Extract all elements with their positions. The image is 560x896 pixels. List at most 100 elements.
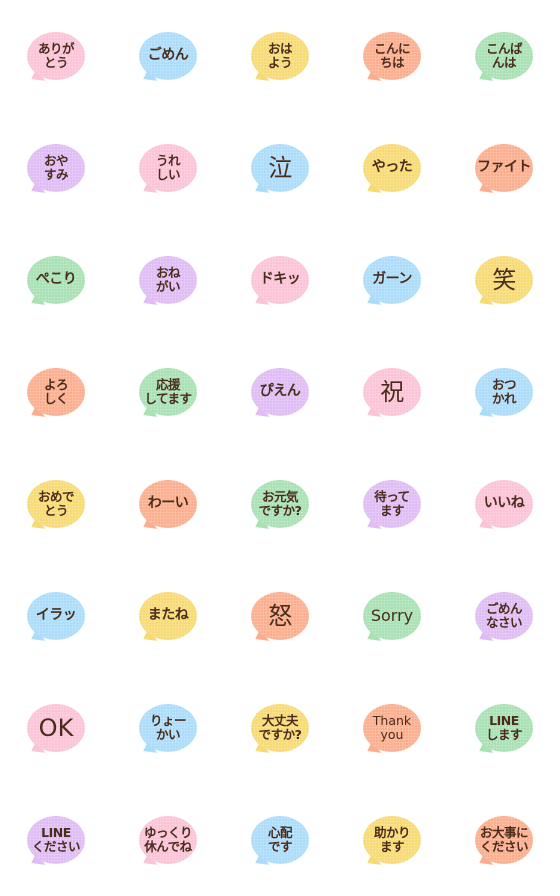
sticker-item[interactable]: Thank you [336, 672, 448, 784]
sticker-label: やった [371, 159, 413, 176]
sticker-label: ぴえん [259, 383, 301, 400]
speech-bubble: おや すみ [27, 144, 85, 192]
sticker-item[interactable]: ごめん [112, 0, 224, 112]
sticker-label: 心配 です [267, 825, 293, 854]
sticker-item[interactable]: ドキッ [224, 224, 336, 336]
speech-bubble: Sorry [363, 592, 421, 640]
speech-bubble: ゆっくり 休んでね [139, 816, 197, 864]
speech-bubble: またね [139, 592, 197, 640]
sticker-label: 応援 してます [144, 377, 192, 406]
sticker-item[interactable]: ゆっくり 休んでね [112, 784, 224, 896]
sticker-item[interactable]: わーい [112, 448, 224, 560]
sticker-item[interactable]: お大事に ください [448, 784, 560, 896]
sticker-label: うれ しい [155, 153, 181, 182]
sticker-item[interactable]: 待って ます [336, 448, 448, 560]
sticker-item[interactable]: りょー かい [112, 672, 224, 784]
sticker-item[interactable]: 祝 [336, 336, 448, 448]
sticker-item[interactable]: ありが とう [0, 0, 112, 112]
speech-bubble: Thank you [363, 704, 421, 752]
sticker-item[interactable]: ガーン [336, 224, 448, 336]
speech-bubble: ガーン [363, 256, 421, 304]
speech-bubble: おは よう [251, 32, 309, 80]
sticker-label: いいね [483, 495, 525, 512]
sticker-item[interactable]: こんば んは [448, 0, 560, 112]
sticker-item[interactable]: イラッ [0, 560, 112, 672]
sticker-item[interactable]: おめで とう [0, 448, 112, 560]
sticker-grid: ありが とう ごめん おは よう こんに ちは こんば んはおや すみ うれ しい 泣 やった… [0, 0, 560, 896]
sticker-label: 怒 [268, 601, 292, 630]
speech-bubble: ぴえん [251, 368, 309, 416]
speech-bubble: おつ かれ [475, 368, 533, 416]
sticker-item[interactable]: 怒 [224, 560, 336, 672]
sticker-item[interactable]: LINE します [448, 672, 560, 784]
sticker-label: LINE ください [31, 825, 81, 854]
sticker-label: 助かり ます [373, 825, 411, 854]
speech-bubble: わーい [139, 480, 197, 528]
sticker-label: わーい [147, 495, 189, 512]
speech-bubble: LINE します [475, 704, 533, 752]
speech-bubble: いいね [475, 480, 533, 528]
sticker-item[interactable]: OK [0, 672, 112, 784]
sticker-item[interactable]: よろ しく [0, 336, 112, 448]
sticker-item[interactable]: おつ かれ [448, 336, 560, 448]
sticker-item[interactable]: おは よう [224, 0, 336, 112]
sticker-item[interactable]: こんに ちは [336, 0, 448, 112]
sticker-label: またね [147, 607, 189, 624]
speech-bubble: お元気 ですか? [251, 480, 309, 528]
sticker-item[interactable]: 泣 [224, 112, 336, 224]
speech-bubble: 応援 してます [139, 368, 197, 416]
speech-bubble: OK [27, 704, 85, 752]
sticker-label: ありが とう [37, 41, 75, 70]
sticker-label: ドキッ [259, 271, 301, 288]
sticker-item[interactable]: Sorry [336, 560, 448, 672]
speech-bubble: ファイト [475, 144, 533, 192]
speech-bubble: こんば んは [475, 32, 533, 80]
sticker-label: イラッ [35, 607, 77, 624]
sticker-item[interactable]: やった [336, 112, 448, 224]
sticker-item[interactable]: ファイト [448, 112, 560, 224]
speech-bubble: 心配 です [251, 816, 309, 864]
sticker-label: ガーン [372, 271, 412, 288]
sticker-label: りょー かい [149, 713, 187, 742]
sticker-item[interactable]: おね がい [112, 224, 224, 336]
sticker-item[interactable]: 心配 です [224, 784, 336, 896]
sticker-label: こんば んは [485, 41, 523, 70]
speech-bubble: ドキッ [251, 256, 309, 304]
speech-bubble: ごめん [139, 32, 197, 80]
sticker-item[interactable]: いいね [448, 448, 560, 560]
sticker-item[interactable]: 応援 してます [112, 336, 224, 448]
speech-bubble: 助かり ます [363, 816, 421, 864]
sticker-label: Thank you [372, 713, 412, 742]
sticker-item[interactable]: おや すみ [0, 112, 112, 224]
sticker-label: 笑 [492, 265, 516, 294]
sticker-label: おは よう [267, 41, 293, 70]
speech-bubble: 笑 [475, 256, 533, 304]
speech-bubble: りょー かい [139, 704, 197, 752]
speech-bubble: こんに ちは [363, 32, 421, 80]
speech-bubble: おね がい [139, 256, 197, 304]
speech-bubble: やった [363, 144, 421, 192]
speech-bubble: お大事に ください [475, 816, 533, 864]
sticker-item[interactable]: ぴえん [224, 336, 336, 448]
sticker-item[interactable]: LINE ください [0, 784, 112, 896]
speech-bubble: 大丈夫 ですか? [251, 704, 309, 752]
sticker-label: おつ かれ [491, 377, 517, 406]
speech-bubble: ぺこり [27, 256, 85, 304]
sticker-item[interactable]: またね [112, 560, 224, 672]
sticker-label: 泣 [268, 153, 292, 182]
sticker-item[interactable]: うれ しい [112, 112, 224, 224]
sticker-item[interactable]: 笑 [448, 224, 560, 336]
sticker-label: お大事に ください [479, 825, 529, 854]
sticker-label: ごめん [147, 47, 189, 64]
sticker-item[interactable]: ぺこり [0, 224, 112, 336]
sticker-item[interactable]: お元気 ですか? [224, 448, 336, 560]
sticker-label: ごめん なさい [485, 601, 523, 630]
speech-bubble: ごめん なさい [475, 592, 533, 640]
sticker-item[interactable]: 助かり ます [336, 784, 448, 896]
sticker-item[interactable]: ごめん なさい [448, 560, 560, 672]
speech-bubble: 泣 [251, 144, 309, 192]
speech-bubble: おめで とう [27, 480, 85, 528]
sticker-label: Sorry [370, 606, 414, 626]
sticker-item[interactable]: 大丈夫 ですか? [224, 672, 336, 784]
sticker-label: よろ しく [43, 377, 69, 406]
